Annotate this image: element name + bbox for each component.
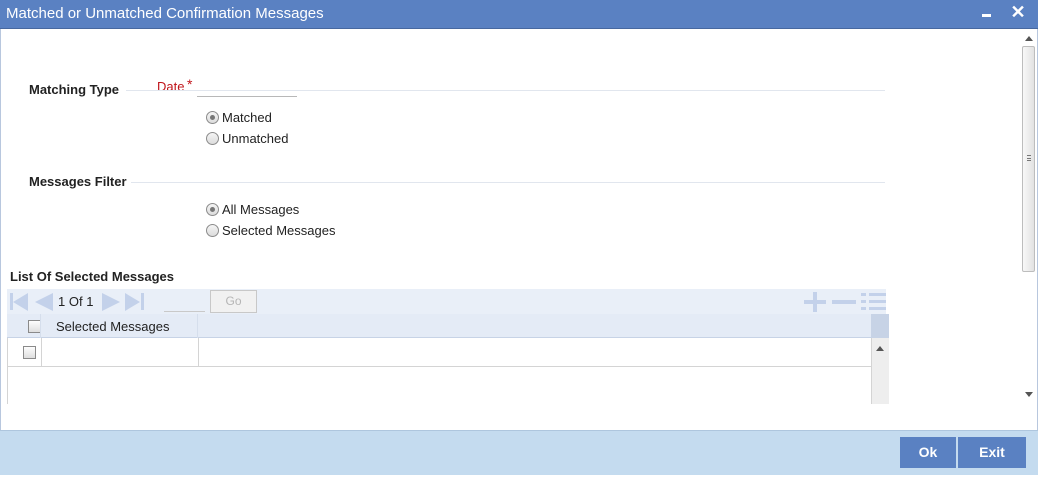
exit-button[interactable]: Exit bbox=[958, 437, 1026, 468]
total-pages: 1 bbox=[86, 294, 94, 309]
grip-icon bbox=[1027, 155, 1031, 161]
of-label: Of bbox=[68, 294, 83, 309]
radio-matched-label: Matched bbox=[222, 110, 272, 125]
grid-header: Selected Messages bbox=[7, 314, 871, 338]
selected-messages-grid: Selected Messages bbox=[7, 314, 889, 404]
dialog-scrollbar[interactable] bbox=[1020, 29, 1037, 403]
scroll-up-icon[interactable] bbox=[1025, 36, 1033, 41]
page-indicator: 1 Of 1 bbox=[58, 294, 93, 309]
go-button[interactable]: Go bbox=[210, 290, 257, 313]
ok-button[interactable]: Ok bbox=[900, 437, 956, 468]
single-view-icon[interactable] bbox=[861, 291, 886, 313]
list-heading: List Of Selected Messages bbox=[10, 269, 175, 284]
add-row-icon[interactable] bbox=[804, 292, 826, 312]
radio-selected-messages[interactable]: Selected Messages bbox=[206, 223, 335, 238]
last-page-icon[interactable] bbox=[125, 293, 140, 311]
radio-unmatched-label: Unmatched bbox=[222, 131, 289, 146]
table-row bbox=[8, 338, 872, 367]
current-page: 1 bbox=[58, 294, 66, 309]
previous-page-icon[interactable] bbox=[35, 293, 53, 311]
radio-matched[interactable]: Matched bbox=[206, 110, 272, 125]
radio-unmatched[interactable]: Unmatched bbox=[206, 131, 288, 146]
matching-type-divider bbox=[126, 90, 885, 91]
row-divider bbox=[198, 338, 199, 367]
pager-toolbar: 1 Of 1 Go bbox=[7, 289, 886, 314]
radio-all-messages-label: All Messages bbox=[222, 202, 300, 217]
header-divider bbox=[40, 314, 41, 338]
page-number-input[interactable] bbox=[164, 292, 205, 312]
radio-all-messages-button[interactable] bbox=[206, 203, 219, 216]
row-checkbox[interactable] bbox=[23, 346, 36, 359]
scroll-down-icon[interactable] bbox=[1025, 392, 1033, 397]
scrollbar-thumb[interactable] bbox=[1022, 46, 1035, 272]
grid-scroll-up-icon[interactable] bbox=[876, 346, 884, 351]
grid-scrollbar[interactable] bbox=[871, 314, 889, 404]
messages-filter-divider bbox=[131, 182, 885, 183]
window-title: Matched or Unmatched Confirmation Messag… bbox=[6, 5, 324, 22]
close-icon[interactable]: ✕ bbox=[1008, 2, 1028, 24]
footer-bar: Ok Exit bbox=[0, 430, 1038, 475]
date-input[interactable] bbox=[197, 77, 297, 97]
date-label: Date bbox=[157, 79, 185, 94]
first-page-icon[interactable] bbox=[13, 293, 28, 311]
radio-unmatched-button[interactable] bbox=[206, 132, 219, 145]
minimize-icon[interactable] bbox=[976, 2, 996, 24]
radio-selected-messages-label: Selected Messages bbox=[222, 223, 336, 238]
next-page-icon[interactable] bbox=[102, 293, 120, 311]
title-bar: Matched or Unmatched Confirmation Messag… bbox=[0, 0, 1038, 29]
grid-scrollbar-corner bbox=[871, 314, 889, 338]
messages-filter-heading: Messages Filter bbox=[29, 174, 127, 189]
bottom-strip bbox=[0, 475, 1038, 483]
radio-selected-messages-button[interactable] bbox=[206, 224, 219, 237]
delete-row-icon[interactable] bbox=[832, 292, 856, 312]
last-page-icon-bar bbox=[141, 293, 144, 310]
radio-all-messages[interactable]: All Messages bbox=[206, 202, 299, 217]
matching-type-heading: Matching Type bbox=[29, 82, 120, 97]
grid-body bbox=[7, 338, 872, 404]
column-header-selected-messages: Selected Messages bbox=[56, 319, 170, 334]
header-divider bbox=[197, 314, 198, 338]
row-divider bbox=[41, 338, 42, 367]
radio-matched-button[interactable] bbox=[206, 111, 219, 124]
